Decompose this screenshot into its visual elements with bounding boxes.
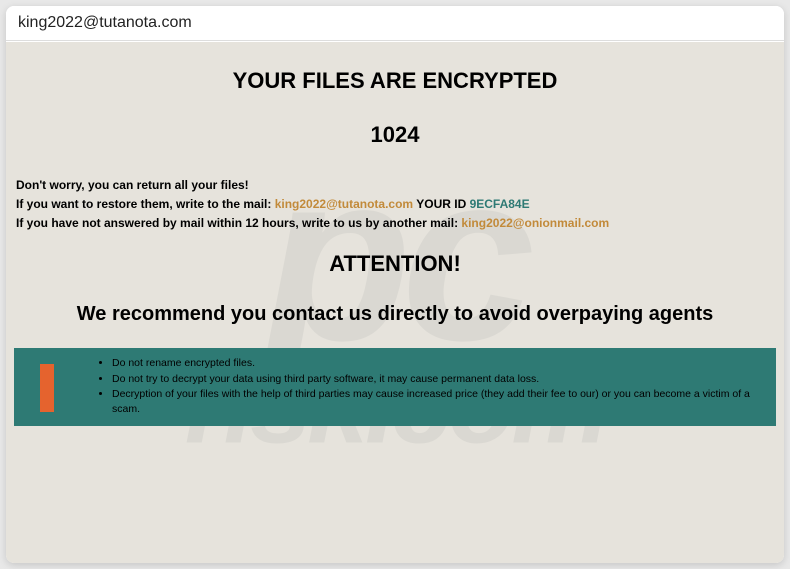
ransom-content: pc risk.com YOUR FILES ARE ENCRYPTED 102… <box>6 42 784 563</box>
info-line2-mid: YOUR ID <box>413 197 469 211</box>
window-title: king2022@tutanota.com <box>18 14 192 31</box>
info-line-3: If you have not answered by mail within … <box>16 214 774 232</box>
warning-item-2: Do not try to decrypt your data using th… <box>112 372 776 387</box>
info-line-1: Don't worry, you can return all your fil… <box>16 176 774 194</box>
info-block: Don't worry, you can return all your fil… <box>6 148 784 232</box>
secondary-email: king2022@onionmail.com <box>461 216 609 230</box>
info-line2-prefix: If you want to restore them, write to th… <box>16 197 275 211</box>
warning-accent-bar <box>40 364 54 412</box>
heading-attention: ATTENTION! <box>6 233 784 277</box>
info-line3-prefix: If you have not answered by mail within … <box>16 216 461 230</box>
ransom-window: king2022@tutanota.com pc risk.com YOUR F… <box>6 6 784 563</box>
heading-encrypted: YOUR FILES ARE ENCRYPTED <box>6 42 784 94</box>
victim-id: 9ECFA84E <box>470 197 530 211</box>
heading-recommend: We recommend you contact us directly to … <box>6 277 784 326</box>
warning-item-1: Do not rename encrypted files. <box>112 356 776 371</box>
info-line-2: If you want to restore them, write to th… <box>16 195 774 213</box>
warning-list: Do not rename encrypted files. Do not tr… <box>96 356 776 417</box>
heading-number: 1024 <box>6 94 784 148</box>
warning-item-3: Decryption of your files with the help o… <box>112 387 776 416</box>
primary-email: king2022@tutanota.com <box>275 197 413 211</box>
warning-box: Do not rename encrypted files. Do not tr… <box>14 348 776 426</box>
window-titlebar[interactable]: king2022@tutanota.com <box>6 6 784 41</box>
